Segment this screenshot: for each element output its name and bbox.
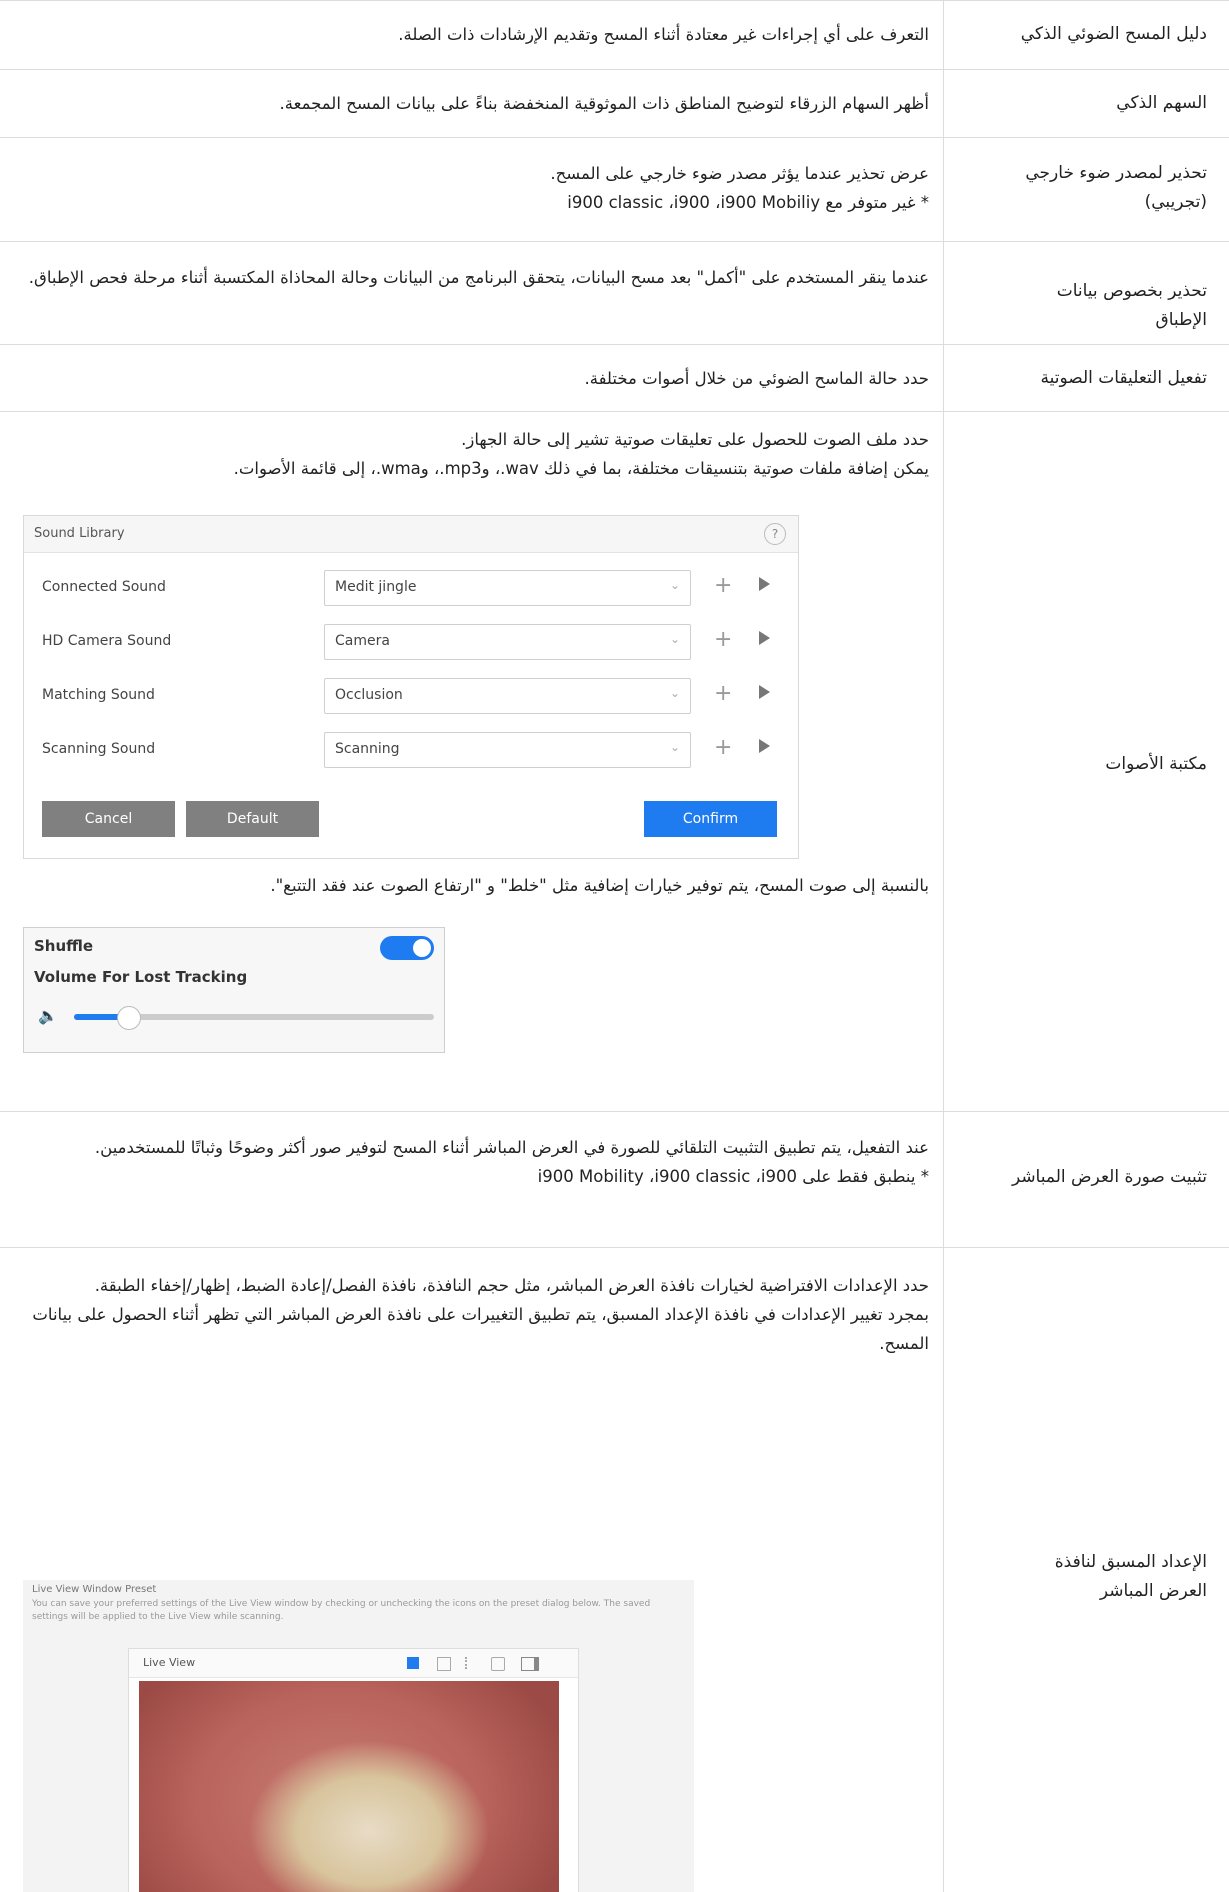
live-view-titlebar: Live View (129, 1649, 578, 1678)
chevron-down-icon: ⌄ (669, 632, 680, 646)
table-row: تحذير لمصدر ضوء خارجي (تجريبي) عرض تحذير… (0, 137, 1229, 242)
help-icon[interactable]: ? (764, 523, 786, 545)
detach-window-icon[interactable] (437, 1657, 451, 1671)
add-icon[interactable]: + (714, 573, 732, 598)
sound-row: Connected Sound Medit jingle ⌄ + (24, 568, 796, 608)
scanning-sound-options: Shuffle Volume For Lost Tracking 🔈 (23, 927, 445, 1053)
row-description-line: يمكن إضافة ملفات صوتية بتنسيقات مختلفة، … (233, 459, 929, 478)
sound-select-value: Occlusion (335, 687, 403, 703)
cancel-button[interactable]: Cancel (42, 801, 175, 837)
sound-name: Scanning Sound (42, 741, 156, 757)
volume-label: Volume For Lost Tracking (34, 968, 248, 986)
default-button[interactable]: Default (186, 801, 319, 837)
minimize-icon[interactable] (491, 1657, 505, 1671)
table-row: دليل المسح الضوئي الذكي التعرف على أي إج… (0, 0, 1229, 70)
volume-slider[interactable] (74, 1006, 434, 1030)
sound-select[interactable]: Occlusion ⌄ (324, 678, 691, 714)
add-icon[interactable]: + (714, 627, 732, 652)
row-description: عرض تحذير عندما يؤثر مصدر ضوء خارجي على … (24, 159, 929, 217)
sound-name: HD Camera Sound (42, 633, 172, 649)
dialog-title: Sound Library (34, 526, 125, 541)
row-label: تثبيت صورة العرض المباشر (1011, 1167, 1207, 1187)
row-description: حدد حالة الماسح الضوئي من خلال أصوات مخت… (584, 369, 929, 388)
shuffle-label: Shuffle (34, 937, 94, 955)
row-description-line: حدد ملف الصوت للحصول على تعليقات صوتية ت… (461, 430, 929, 449)
play-icon[interactable] (759, 631, 770, 645)
play-icon[interactable] (759, 685, 770, 699)
row-description: حدد ملف الصوت للحصول على تعليقات صوتية ت… (24, 425, 929, 483)
row-description: حدد الإعدادات الافتراضية لخيارات نافذة ا… (24, 1271, 929, 1358)
preset-title: Live View Window Preset (32, 1584, 157, 1595)
add-icon[interactable]: + (714, 681, 732, 706)
live-view-preset-panel: Live View Window Preset You can save you… (23, 1580, 694, 1892)
row-description-line: حدد الإعدادات الافتراضية لخيارات نافذة ا… (94, 1276, 929, 1295)
row-label: الإعداد المسبق لنافذة العرض المباشر (1054, 1552, 1207, 1601)
tooth-live-image (139, 1681, 559, 1892)
confirm-button[interactable]: Confirm (644, 801, 777, 837)
sound-row: Scanning Sound Scanning ⌄ + (24, 730, 796, 770)
row-description: التعرف على أي إجراءات غير معتادة أثناء ا… (398, 25, 929, 44)
volume-slider-thumb[interactable] (117, 1006, 141, 1030)
row-description: أظهر السهام الزرقاء لتوضيح المناطق ذات ا… (279, 94, 929, 113)
chevron-down-icon: ⌄ (669, 578, 680, 592)
sound-select-value: Camera (335, 633, 390, 649)
row-description: عند التفعيل، يتم تطبيق التثبيت التلقائي … (24, 1133, 929, 1191)
sound-row: HD Camera Sound Camera ⌄ + (24, 622, 796, 662)
row-description-line: عند التفعيل، يتم تطبيق التثبيت التلقائي … (94, 1138, 929, 1157)
chevron-down-icon: ⌄ (669, 740, 680, 754)
add-icon[interactable]: + (714, 735, 732, 760)
sound-select-value: Scanning (335, 741, 400, 757)
row-description-extra: بالنسبة إلى صوت المسح، يتم توفير خيارات … (270, 876, 929, 895)
table-row: تحذير بخصوص بيانات الإطباق عندما ينقر ال… (0, 241, 1229, 345)
sound-library-dialog: Sound Library ? Connected Sound Medit ji… (23, 515, 799, 859)
row-label: تفعيل التعليقات الصوتية (1040, 368, 1207, 388)
live-view-window: Live View (128, 1648, 579, 1892)
row-label: مكتبة الأصوات (1105, 754, 1207, 774)
sound-select-value: Medit jingle (335, 579, 417, 595)
chevron-down-icon: ⌄ (669, 686, 680, 700)
window-size-icon[interactable] (407, 1657, 419, 1669)
speaker-icon: 🔈 (38, 1006, 58, 1025)
table-row: تثبيت صورة العرض المباشر عند التفعيل، يت… (0, 1111, 1229, 1248)
sound-name: Connected Sound (42, 579, 166, 595)
row-label: دليل المسح الضوئي الذكي (1020, 24, 1207, 44)
sound-row: Matching Sound Occlusion ⌄ + (24, 676, 796, 716)
sound-name: Matching Sound (42, 687, 155, 703)
row-description: عندما ينقر المستخدم على "أكمل" بعد مسح ا… (28, 268, 929, 287)
row-note: * غير متوفر مع i900 classic ،i900 ،i900 … (567, 193, 929, 212)
row-label: السهم الذكي (1116, 93, 1207, 113)
play-icon[interactable] (759, 739, 770, 753)
toggle-knob (413, 939, 431, 957)
drag-handle-icon[interactable] (465, 1657, 469, 1669)
dialog-header: Sound Library ? (24, 516, 798, 553)
sound-select[interactable]: Camera ⌄ (324, 624, 691, 660)
play-icon[interactable] (759, 577, 770, 591)
preset-note: You can save your preferred settings of … (32, 1599, 651, 1622)
shuffle-toggle[interactable] (380, 936, 434, 960)
live-view-title: Live View (143, 1656, 196, 1669)
row-note: * ينطبق فقط على i900 Mobility ،i900 clas… (537, 1167, 929, 1186)
table-row: تفعيل التعليقات الصوتية حدد حالة الماسح … (0, 344, 1229, 412)
sound-select[interactable]: Scanning ⌄ (324, 732, 691, 768)
row-description-line: عرض تحذير عندما يؤثر مصدر ضوء خارجي على … (550, 164, 929, 183)
layer-toggle-icon[interactable] (521, 1657, 539, 1671)
row-label: تحذير لمصدر ضوء خارجي (تجريبي) (1025, 163, 1207, 212)
row-label: تحذير بخصوص بيانات الإطباق (1056, 281, 1207, 330)
sound-select[interactable]: Medit jingle ⌄ (324, 570, 691, 606)
row-description-line: بمجرد تغيير الإعدادات في نافذة الإعداد ا… (32, 1305, 929, 1353)
table-row: السهم الذكي أظهر السهام الزرقاء لتوضيح ا… (0, 69, 1229, 138)
